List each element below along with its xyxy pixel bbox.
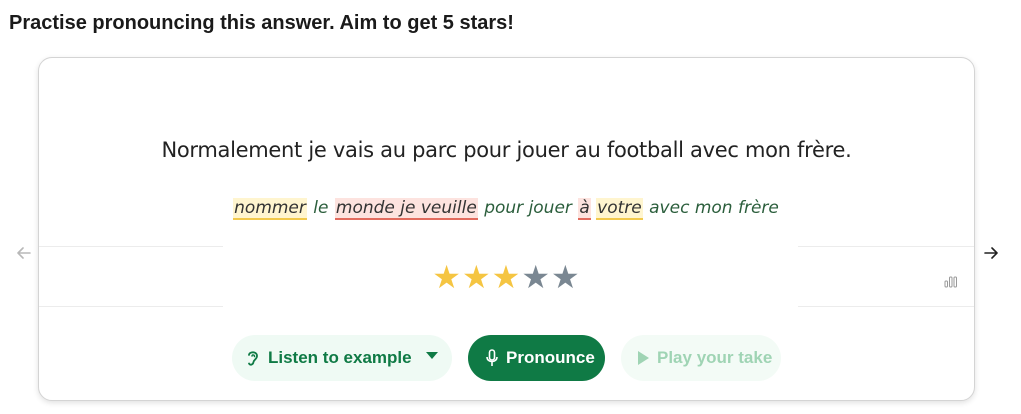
transcript-word: à bbox=[578, 198, 591, 220]
action-bar: Listen to example Pronounce Play your ta… bbox=[39, 335, 974, 383]
play-icon bbox=[638, 351, 649, 365]
page-title: Practise pronouncing this answer. Aim to… bbox=[9, 12, 514, 34]
transcript-word: nommer bbox=[233, 198, 307, 220]
target-sentence: Normalement je vais au parc pour jouer a… bbox=[161, 138, 852, 162]
play-button-label: Play your take bbox=[657, 348, 773, 367]
transcript-word: monde je veuille bbox=[334, 198, 478, 220]
star-icon: ★ bbox=[461, 259, 492, 295]
transcript-word: avec mon frère bbox=[649, 198, 779, 218]
bar-chart-icon[interactable] bbox=[944, 274, 958, 288]
listen-to-example-button[interactable]: Listen to example bbox=[232, 335, 452, 381]
microphone-icon bbox=[486, 349, 498, 366]
pronounce-button[interactable]: Pronounce bbox=[468, 335, 605, 381]
caret-down-icon[interactable] bbox=[426, 352, 438, 360]
transcript-word: le bbox=[313, 198, 329, 218]
star-icon: ★ bbox=[551, 259, 581, 295]
star-icon: ★ bbox=[432, 259, 462, 295]
star-rating: ★★★★★ bbox=[39, 258, 974, 296]
transcript-word: pour jouer bbox=[484, 198, 572, 218]
practice-card: Normalement je vais au parc pour jouer a… bbox=[38, 57, 975, 401]
star-icon: ★ bbox=[491, 259, 522, 295]
arrow-right-icon[interactable] bbox=[982, 244, 1000, 262]
play-your-take-button[interactable]: Play your take bbox=[621, 335, 781, 381]
ear-icon bbox=[248, 351, 258, 366]
transcript-word: votre bbox=[596, 198, 643, 220]
pronounce-button-label: Pronounce bbox=[506, 348, 595, 367]
pronunciation-transcript: nommer le monde je veuille pour jouer à … bbox=[39, 198, 974, 220]
star-icon: ★ bbox=[521, 259, 552, 295]
listen-button-label: Listen to example bbox=[268, 348, 412, 367]
arrow-left-icon[interactable] bbox=[15, 244, 33, 262]
